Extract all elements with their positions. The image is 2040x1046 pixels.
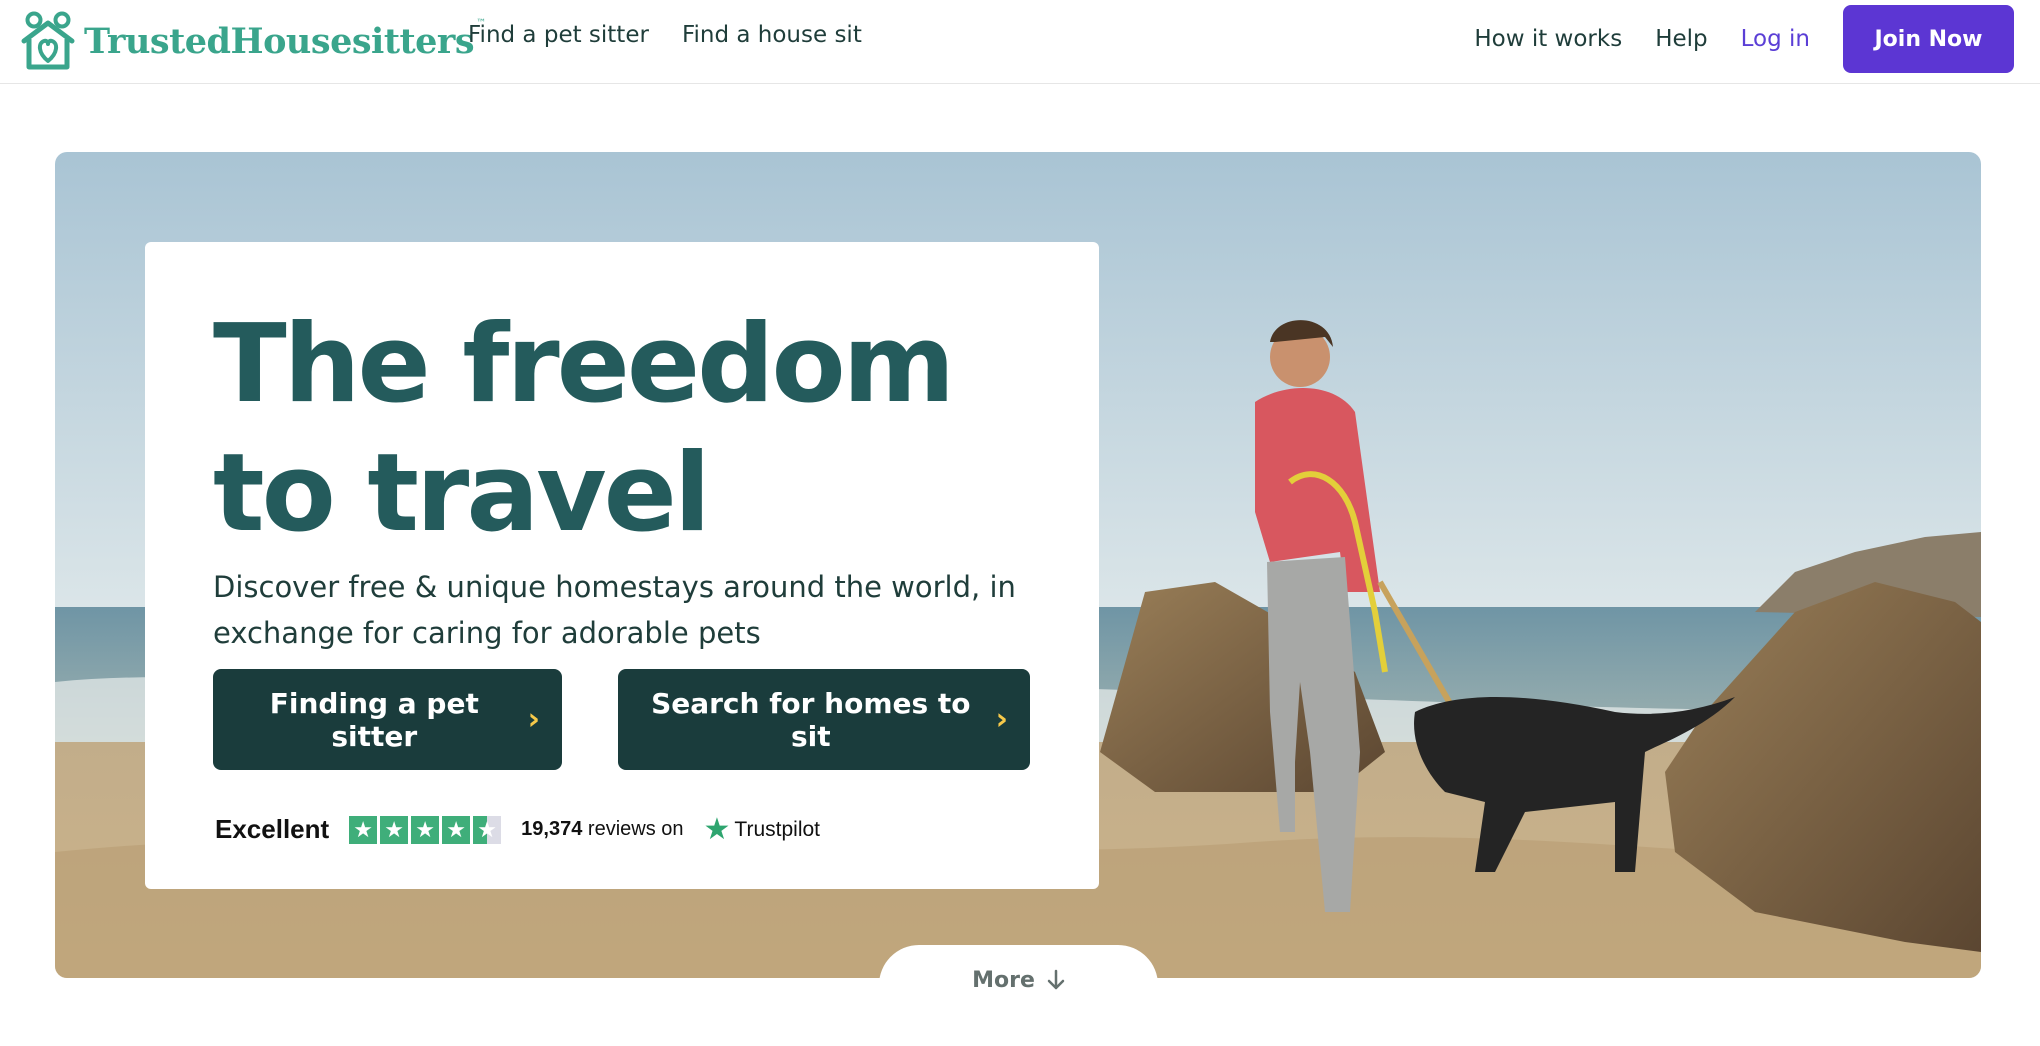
secondary-nav: How it works Help Log in Join Now: [1474, 5, 2014, 73]
trustpilot-star-icon: ★: [703, 812, 731, 846]
cta-primary-label: Finding a pet sitter: [269, 686, 479, 753]
hero-banner: The freedom to travel Discover free & un…: [55, 152, 1981, 978]
star-icon: ★: [380, 815, 409, 844]
search-homes-button[interactable]: Search for homes to sit ›: [618, 669, 1030, 770]
star-icon: ★: [411, 815, 440, 844]
login-link[interactable]: Log in: [1741, 26, 1810, 52]
primary-nav: Find a pet sitter Find a house sit: [468, 22, 862, 48]
finding-pet-sitter-button[interactable]: Finding a pet sitter ›: [213, 669, 562, 770]
star-icon: ★: [349, 815, 378, 844]
brand-logo[interactable]: TrustedHousesitters ™: [20, 10, 486, 72]
arrow-down-icon: [1047, 969, 1065, 990]
trustpilot-review-count: 19,374 reviews on: [521, 818, 683, 841]
nav-how-it-works[interactable]: How it works: [1474, 26, 1622, 52]
trustpilot-logo: ★ Trustpilot: [703, 812, 821, 846]
hero-subtitle: Discover free & unique homestays around …: [213, 570, 1016, 650]
chevron-right-icon: ›: [995, 702, 1008, 737]
cta-secondary-label: Search for homes to sit: [651, 686, 971, 753]
star-half-icon: ★: [473, 815, 502, 844]
hero-title: The freedom to travel: [213, 302, 955, 556]
join-now-button[interactable]: Join Now: [1843, 5, 2014, 73]
more-label: More: [972, 967, 1035, 993]
brand-name: TrustedHousesitters: [84, 20, 475, 62]
house-paws-icon: [21, 11, 75, 70]
cta-row: Finding a pet sitter › Search for homes …: [213, 669, 1030, 770]
trustpilot-rating-word: Excellent: [215, 814, 330, 844]
nav-help[interactable]: Help: [1655, 26, 1707, 52]
trustpilot-brand: Trustpilot: [734, 817, 821, 841]
review-count-suffix: reviews on: [587, 818, 684, 840]
site-header: TrustedHousesitters ™ Find a pet sitter …: [0, 0, 2040, 84]
trustpilot-stars: ★ ★ ★ ★ ★: [349, 815, 502, 844]
review-count-number: 19,374: [521, 818, 583, 840]
star-icon: ★: [442, 815, 471, 844]
trustpilot-widget[interactable]: Excellent ★ ★ ★ ★ ★ 19,374 reviews on ★ …: [215, 814, 820, 845]
nav-find-pet-sitter[interactable]: Find a pet sitter: [468, 22, 649, 48]
hero-card: The freedom to travel Discover free & un…: [145, 242, 1099, 889]
nav-find-house-sit[interactable]: Find a house sit: [682, 22, 862, 48]
more-button[interactable]: More: [879, 945, 1158, 1015]
chevron-right-icon: ›: [527, 702, 540, 737]
